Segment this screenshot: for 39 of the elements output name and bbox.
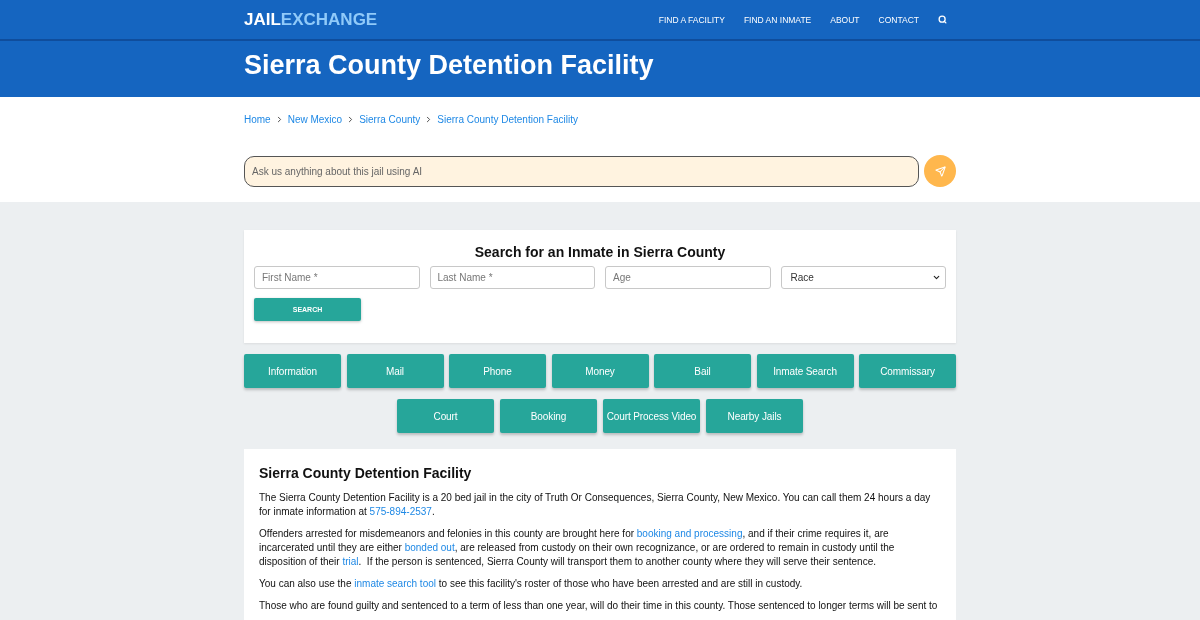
article-paragraph: Those who are found guilty and sentenced to a term of less than one year, will do their time in this county. Those sentenced to longer terms will be sent to xyxy=(259,599,939,613)
section-button[interactable]: Court Process Video xyxy=(602,399,701,433)
nav-link[interactable]: FIND AN INMATE xyxy=(743,14,812,25)
nav-link[interactable]: FIND A FACILITY xyxy=(658,14,725,25)
section-button[interactable]: Mail xyxy=(346,354,444,388)
nav-link[interactable]: ABOUT xyxy=(830,14,860,25)
section-button[interactable]: Money xyxy=(551,354,649,388)
section-button[interactable]: Booking xyxy=(499,399,598,433)
text-link[interactable]: 575-894-2537 xyxy=(369,506,432,517)
section-button[interactable]: Court xyxy=(396,399,495,433)
input-field[interactable]: First Name * xyxy=(254,266,420,289)
site-logo[interactable]: JAILEXCHANGE xyxy=(244,9,378,30)
article-paragraph: You can also use the inmate search tool to see this facility's roster of those who have been arrested and are still in custody. xyxy=(259,577,804,591)
chevron-down-icon xyxy=(932,273,941,282)
section-button[interactable]: Nearby Jails xyxy=(705,399,804,433)
text-link[interactable]: bonded out xyxy=(404,542,455,553)
section-button[interactable]: Phone xyxy=(449,354,546,388)
breadcrumb-link[interactable]: Sierra County xyxy=(359,113,421,125)
ai-question-field[interactable]: Ask us anything about this jail using AI xyxy=(244,155,919,187)
text-link[interactable]: inmate search tool xyxy=(354,578,436,589)
article-heading: Sierra County Detention Facility xyxy=(259,464,473,483)
input-field[interactable]: Last Name * xyxy=(429,266,595,289)
article-paragraph: Offenders arrested for misdemeanors and felonies in this county are brought here for booking and processing, and if their crime requires it, are incarcerated until they are either bonded out, are released from custody on their own recognizance, or are ordered to remain in custody until the disposition of their trial. If the person is sentenced, Sierra County will transport them to another county where they will serve their sentence. xyxy=(259,527,896,569)
text-link[interactable]: trial xyxy=(342,556,359,567)
section-button[interactable]: Commissary xyxy=(859,354,956,388)
nav-link[interactable]: CONTACT xyxy=(878,14,919,25)
section-button[interactable]: Inmate Search xyxy=(756,354,854,388)
page-title: Sierra County Detention Facility xyxy=(244,49,655,80)
section-button[interactable]: Information xyxy=(244,354,341,388)
breadcrumb-link[interactable]: Home xyxy=(244,113,271,125)
breadcrumb-link[interactable]: New Mexico xyxy=(287,113,343,125)
search-icon[interactable] xyxy=(938,15,947,24)
input-field[interactable]: Age xyxy=(605,266,771,289)
select-field[interactable]: Race xyxy=(780,266,946,289)
search-card-title: Search for an Inmate in Sierra County xyxy=(473,243,727,262)
breadcrumb-link[interactable]: Sierra County Detention Facility xyxy=(437,113,578,125)
section-button[interactable]: Bail xyxy=(654,354,751,388)
article-paragraph: The Sierra County Detention Facility is a 20 bed jail in the city of Truth Or Consequences, Sierra County, New Mexico. You can call them 24 hours a day for inmate information at 575-894-2537. xyxy=(259,491,932,519)
paper-plane-icon xyxy=(934,165,946,177)
